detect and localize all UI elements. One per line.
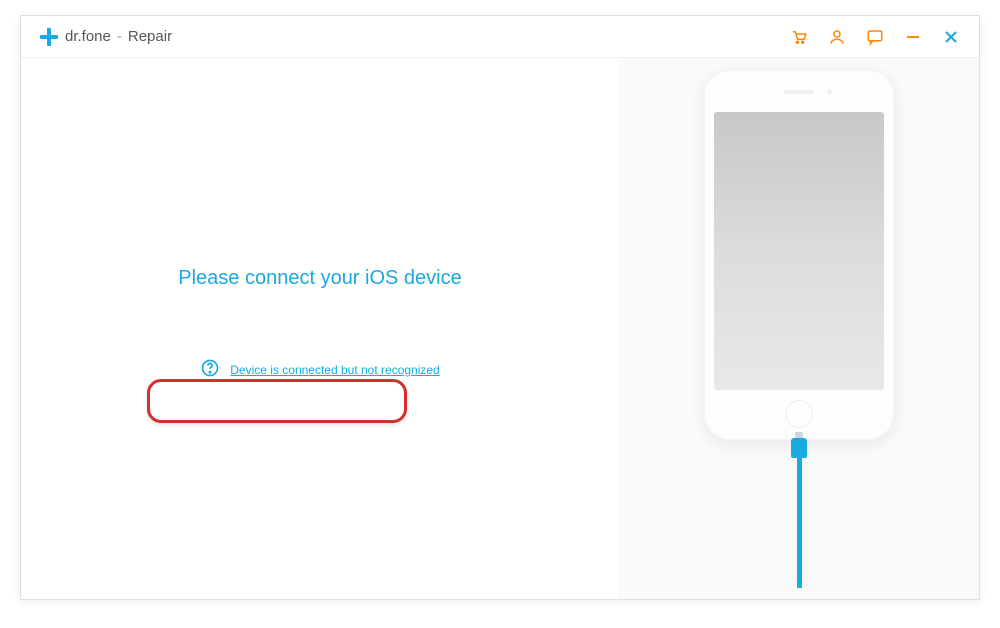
phone-camera (827, 89, 832, 94)
window-controls (789, 27, 961, 47)
device-not-recognized-link[interactable]: Device is connected but not recognized (230, 363, 439, 377)
logo-area: dr.fone (39, 27, 111, 47)
left-pane: Please connect your iOS device Device is… (21, 58, 619, 599)
content-area: Please connect your iOS device Device is… (21, 58, 979, 599)
phone-home-button (785, 400, 813, 428)
help-row: Device is connected but not recognized (184, 350, 455, 391)
cart-icon[interactable] (789, 27, 809, 47)
help-icon (200, 358, 220, 383)
phone-screen (714, 112, 884, 390)
chat-icon[interactable] (865, 27, 885, 47)
title-separator: - (117, 28, 122, 45)
phone-speaker (784, 90, 814, 94)
app-window: dr.fone - Repair (20, 15, 980, 600)
phone-body (704, 70, 894, 440)
close-icon[interactable] (941, 27, 961, 47)
logo-icon (39, 27, 59, 47)
section-title: Repair (128, 28, 172, 45)
connect-message: Please connect your iOS device (178, 267, 462, 290)
phone-illustration (704, 70, 894, 588)
brand-name: dr.fone (65, 28, 111, 45)
account-icon[interactable] (827, 27, 847, 47)
cable-connector-icon (791, 438, 807, 458)
cable-wire (797, 458, 802, 588)
right-pane (619, 58, 979, 599)
titlebar: dr.fone - Repair (21, 16, 979, 58)
minimize-icon[interactable] (903, 27, 923, 47)
